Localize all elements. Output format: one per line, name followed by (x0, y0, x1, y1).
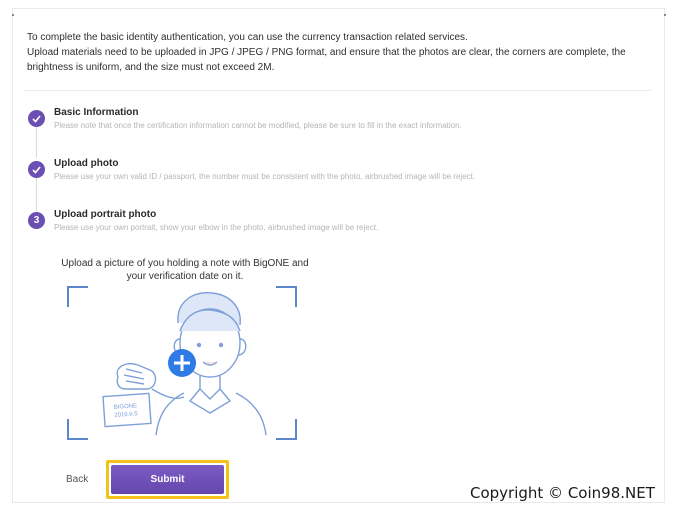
window-corner-mark (12, 14, 14, 16)
watermark-text: Copyright © Coin98.NET (470, 484, 655, 502)
intro-text: To complete the basic identity authentic… (27, 30, 657, 75)
back-button[interactable]: Back (66, 474, 88, 485)
upload-instruction-line-2: your verification date on it. (126, 271, 244, 282)
step-title: Upload portrait photo (54, 209, 157, 220)
step-title: Basic Information (54, 107, 139, 118)
upload-instruction-line-1: Upload a picture of you holding a note w… (61, 258, 309, 269)
note-paper: BIGONE 2019.6.5 (102, 392, 152, 428)
step-connector (36, 126, 37, 158)
window-corner-mark (664, 14, 666, 16)
step-description: Please note that once the certification … (54, 121, 462, 130)
portrait-upload-area[interactable]: BIGONE 2019.6.5 (66, 285, 298, 443)
step-number-badge: 3 (28, 212, 45, 229)
intro-line-1: To complete the basic identity authentic… (27, 32, 468, 43)
divider (24, 90, 652, 91)
step-title: Upload photo (54, 158, 119, 169)
submit-highlight: Submit (106, 460, 229, 499)
submit-button[interactable]: Submit (111, 465, 224, 494)
intro-line-2: Upload materials need to be uploaded in … (27, 47, 626, 73)
plus-icon[interactable] (168, 349, 196, 377)
step-description: Please use your own portrait, show your … (54, 223, 379, 232)
check-icon (28, 161, 45, 178)
step-description: Please use your own valid ID / passport,… (54, 172, 476, 181)
step-number: 3 (33, 215, 40, 226)
step-connector (36, 177, 37, 211)
check-icon (28, 110, 45, 127)
upload-instruction: Upload a picture of you holding a note w… (45, 257, 325, 283)
